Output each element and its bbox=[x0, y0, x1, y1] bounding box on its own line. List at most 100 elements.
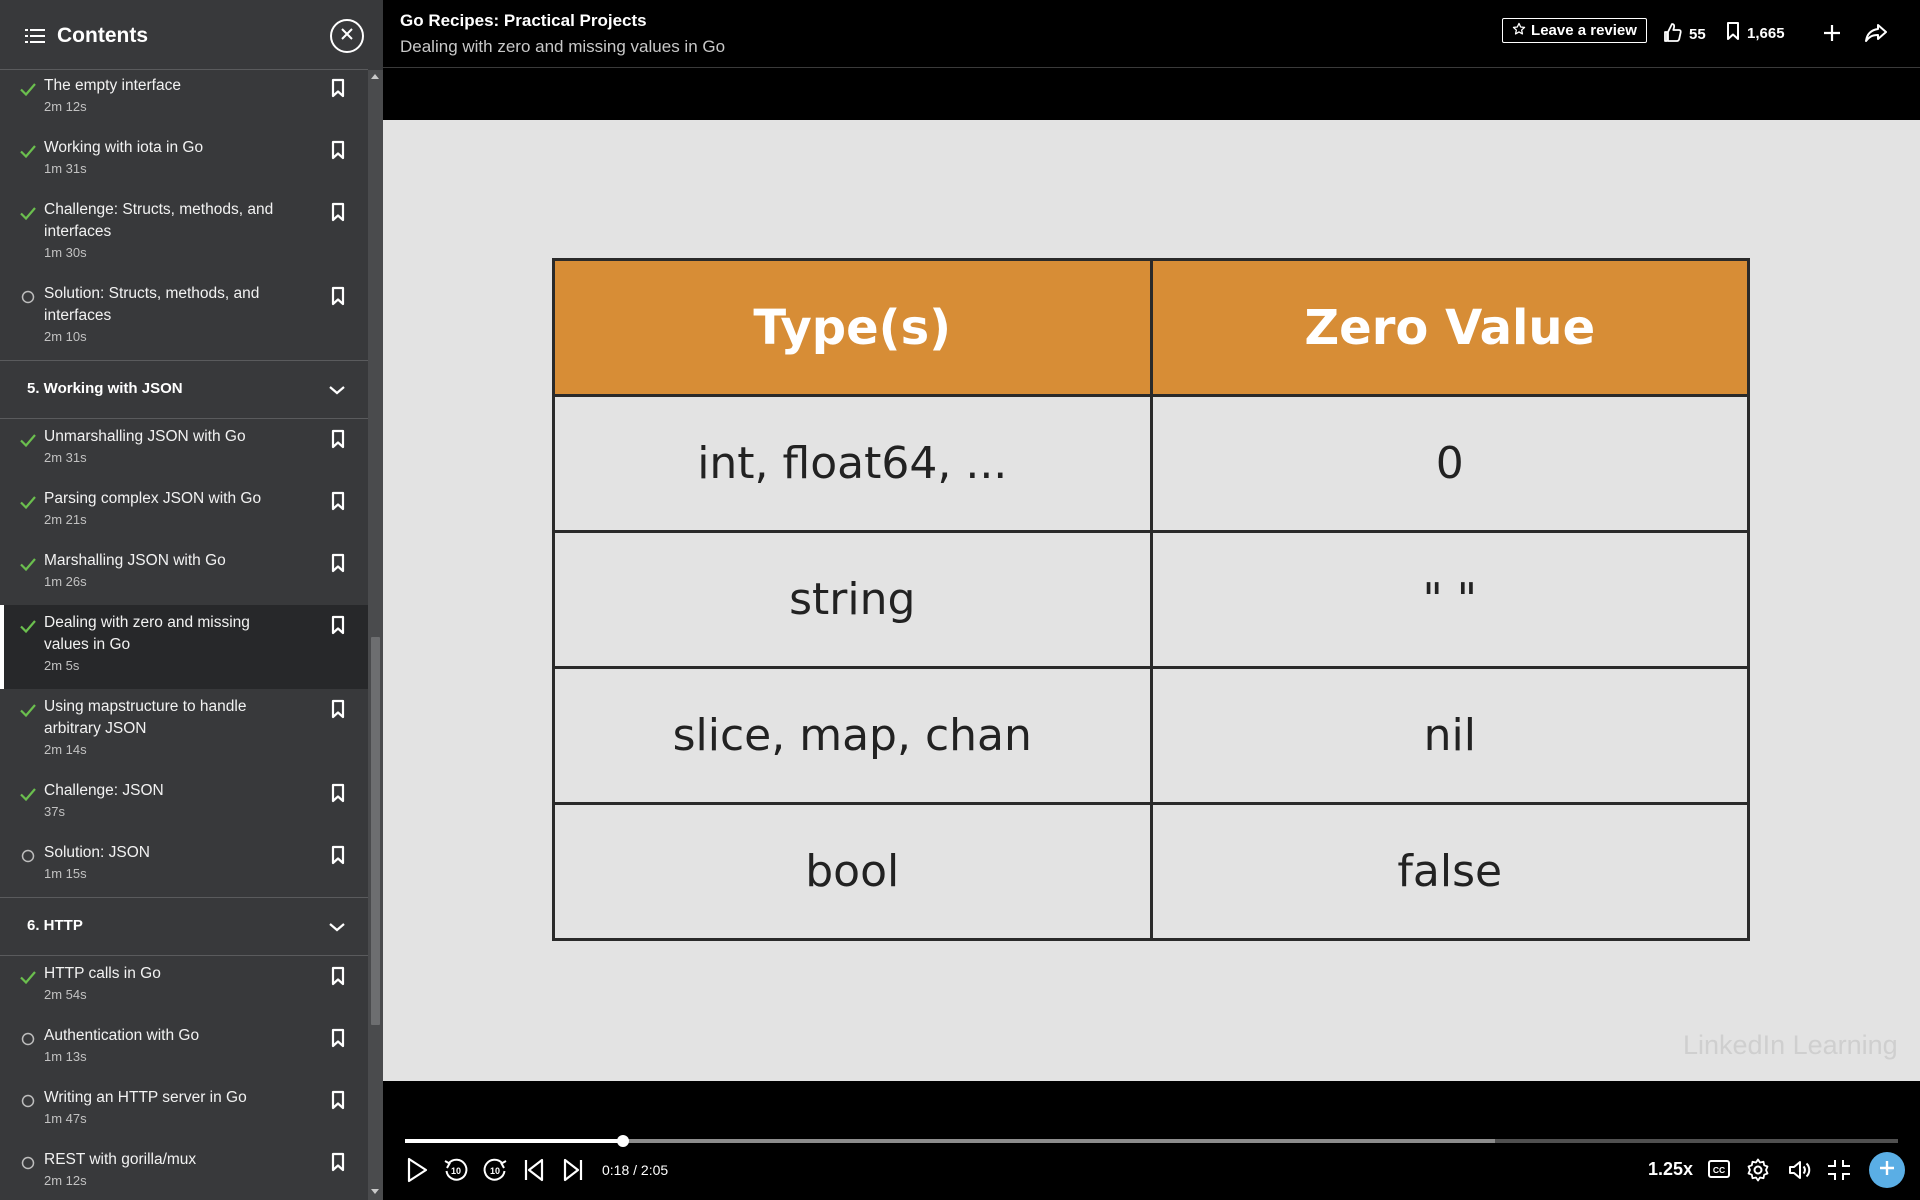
list-item[interactable]: Unmarshalling JSON with Go 2m 31s bbox=[0, 419, 368, 481]
list-item[interactable]: Challenge: Structs, methods, and interfa… bbox=[0, 192, 368, 276]
list-item-title: Solution: Structs, methods, and interfac… bbox=[44, 285, 260, 324]
forward-10-icon[interactable]: 10 bbox=[482, 1157, 508, 1188]
like-icon bbox=[1664, 22, 1682, 46]
contents-sidebar: Contents The empty interface 2m 12s Workin… bbox=[0, 0, 383, 1200]
column-header: Type(s) bbox=[552, 258, 1153, 397]
bookmark-icon[interactable] bbox=[330, 699, 350, 721]
zero-value-cell: nil bbox=[1149, 666, 1750, 805]
rewind-10-icon[interactable]: 10 bbox=[443, 1157, 469, 1188]
bookmark-icon[interactable] bbox=[330, 845, 350, 867]
bookmark-icon[interactable] bbox=[330, 615, 350, 637]
video-player[interactable]: Type(s) Zero Value int, float64, ... 0 str… bbox=[383, 68, 1920, 1200]
list-item[interactable]: Marshalling JSON with Go 1m 26s bbox=[0, 543, 368, 605]
list-item-title: Marshalling JSON with Go bbox=[44, 552, 226, 569]
list-item-duration: 2m 14s bbox=[44, 742, 87, 757]
bookmark-icon[interactable] bbox=[330, 1028, 350, 1050]
list-item[interactable]: Authentication with Go 1m 13s bbox=[0, 1018, 368, 1080]
add-note-button[interactable] bbox=[1869, 1152, 1905, 1188]
bookmark-icon[interactable] bbox=[330, 966, 350, 988]
playback-speed-button[interactable]: 1.25x bbox=[1648, 1159, 1693, 1180]
leave-review-label: Leave a review bbox=[1531, 22, 1637, 39]
previous-icon[interactable] bbox=[523, 1157, 545, 1188]
next-icon[interactable] bbox=[562, 1157, 584, 1188]
svg-text:CC: CC bbox=[1713, 1165, 1725, 1175]
list-item-duration: 2m 5s bbox=[44, 658, 80, 673]
list-item-duration: 2m 21s bbox=[44, 512, 87, 527]
list-item[interactable]: REST with gorilla/mux 2m 12s bbox=[0, 1142, 368, 1200]
progress-knob[interactable] bbox=[616, 1135, 629, 1147]
scrollbar-thumb[interactable] bbox=[371, 637, 380, 1025]
bookmark-icon[interactable] bbox=[330, 491, 350, 513]
bookmark-icon[interactable] bbox=[330, 286, 350, 308]
list-item[interactable]: Solution: JSON 1m 15s bbox=[0, 835, 368, 897]
plus-icon[interactable] bbox=[1823, 24, 1841, 42]
like-button[interactable]: 55 bbox=[1664, 22, 1706, 46]
bookmark-icon[interactable] bbox=[330, 140, 350, 162]
volume-icon[interactable] bbox=[1788, 1159, 1812, 1186]
list-item[interactable]: Writing an HTTP server in Go 1m 47s bbox=[0, 1080, 368, 1142]
check-icon bbox=[18, 554, 38, 574]
gear-icon[interactable] bbox=[1746, 1158, 1770, 1187]
list-item[interactable]: Solution: Structs, methods, and interfac… bbox=[0, 276, 368, 360]
column-header: Zero Value bbox=[1149, 258, 1750, 397]
chevron-down-icon[interactable] bbox=[328, 920, 346, 934]
check-icon bbox=[18, 784, 38, 804]
bookmark-icon[interactable] bbox=[330, 429, 350, 451]
bookmark-icon[interactable] bbox=[330, 553, 350, 575]
list-item-title: Using mapstructure to handle arbitrary J… bbox=[44, 698, 247, 737]
list-item[interactable]: The empty interface 2m 12s bbox=[0, 70, 368, 130]
zero-value-cell: " " bbox=[1149, 530, 1750, 669]
list-item-duration: 1m 47s bbox=[44, 1111, 87, 1126]
bookmark-icon[interactable] bbox=[330, 1152, 350, 1174]
plus-icon bbox=[1879, 1160, 1895, 1181]
list-item-duration: 2m 12s bbox=[44, 1173, 87, 1188]
app-root: Contents The empty interface 2m 12s Workin… bbox=[0, 0, 1920, 1200]
list-item-title: Writing an HTTP server in Go bbox=[44, 1089, 247, 1106]
list-item-title: Authentication with Go bbox=[44, 1027, 200, 1044]
list-item-title: Challenge: JSON bbox=[44, 782, 164, 799]
check-icon bbox=[18, 616, 38, 636]
list-item-title: Challenge: Structs, methods, and interfa… bbox=[44, 201, 274, 240]
sidebar-scrollbar[interactable] bbox=[368, 70, 383, 1200]
list-item[interactable]: Parsing complex JSON with Go 2m 21s bbox=[0, 481, 368, 543]
scroll-down-arrow[interactable] bbox=[371, 1189, 379, 1194]
list-item[interactable]: Working with iota in Go 1m 31s bbox=[0, 130, 368, 192]
svg-text:10: 10 bbox=[451, 1166, 461, 1176]
play-icon[interactable] bbox=[406, 1157, 428, 1188]
chevron-down-icon[interactable] bbox=[328, 383, 346, 397]
bookmark-icon[interactable] bbox=[330, 78, 350, 100]
list-item-title: REST with gorilla/mux bbox=[44, 1151, 197, 1168]
save-course-button[interactable]: 1,665 bbox=[1726, 22, 1785, 44]
bookmark-icon[interactable] bbox=[330, 202, 350, 224]
list-item-duration: 1m 26s bbox=[44, 574, 87, 589]
circle-icon bbox=[18, 287, 38, 307]
chapter-header[interactable]: 6. HTTP bbox=[0, 897, 368, 956]
chapter-header[interactable]: 5. Working with JSON bbox=[0, 360, 368, 419]
leave-review-button[interactable]: Leave a review bbox=[1502, 18, 1647, 43]
list-item-duration: 2m 54s bbox=[44, 987, 87, 1002]
list-item-active[interactable]: Dealing with zero and missing values in … bbox=[0, 605, 368, 689]
check-icon bbox=[18, 430, 38, 450]
list-item-duration: 2m 12s bbox=[44, 99, 87, 114]
type-cell: bool bbox=[552, 802, 1153, 941]
circle-icon bbox=[18, 1091, 38, 1111]
close-sidebar-button[interactable] bbox=[330, 19, 364, 53]
exit-fullscreen-icon[interactable] bbox=[1827, 1159, 1851, 1186]
share-icon[interactable] bbox=[1865, 23, 1887, 43]
scroll-up-arrow[interactable] bbox=[371, 74, 379, 79]
captions-icon[interactable]: CC bbox=[1708, 1160, 1730, 1183]
bookmark-icon[interactable] bbox=[330, 783, 350, 805]
list-item[interactable]: HTTP calls in Go 2m 54s bbox=[0, 956, 368, 1018]
list-item-title: Parsing complex JSON with Go bbox=[44, 490, 262, 507]
list-item[interactable]: Challenge: JSON 37s bbox=[0, 773, 368, 835]
progress-bar[interactable] bbox=[405, 1135, 1898, 1147]
list-item[interactable]: Using mapstructure to handle arbitrary J… bbox=[0, 689, 368, 773]
list-item-title: Dealing with zero and missing values in … bbox=[44, 614, 250, 653]
table-row: bool false bbox=[552, 802, 1750, 941]
contents-list: The empty interface 2m 12s Working with io… bbox=[0, 70, 368, 1200]
bookmark-icon[interactable] bbox=[330, 1090, 350, 1112]
close-icon bbox=[340, 27, 354, 46]
course-title[interactable]: Go Recipes: Practical Projects bbox=[400, 11, 647, 31]
table-row: int, float64, ... 0 bbox=[552, 394, 1750, 533]
sidebar-scroll-area[interactable]: The empty interface 2m 12s Working with io… bbox=[0, 70, 368, 1200]
